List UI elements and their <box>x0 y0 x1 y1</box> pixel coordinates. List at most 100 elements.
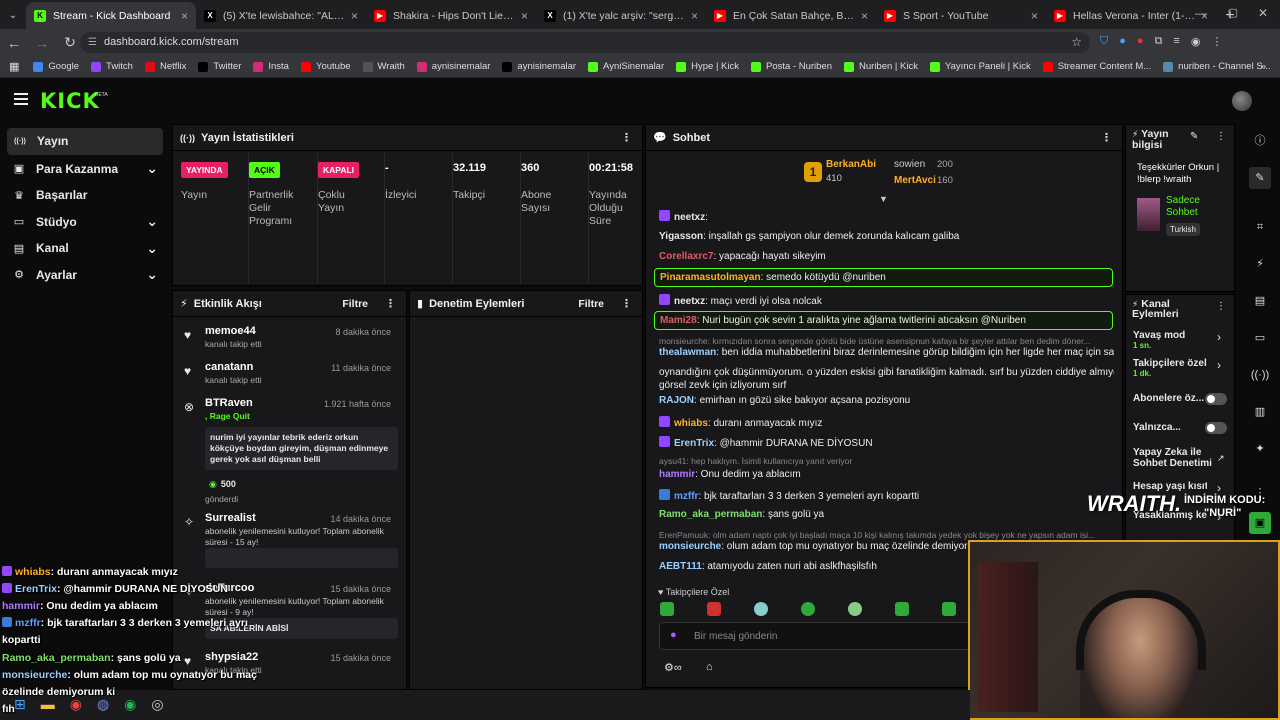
chat-message[interactable]: Mami28: Nuri bugün çok sevin 1 aralıkta … <box>654 311 1113 330</box>
edit-icon[interactable]: ✎ <box>1249 167 1271 189</box>
mic-icon[interactable]: ● <box>670 629 677 641</box>
chevron-down-icon[interactable]: ⌄ <box>146 160 158 177</box>
discord-icon[interactable]: ◍ <box>97 696 109 713</box>
toggle-switch[interactable] <box>1205 393 1227 405</box>
stream-info-menu-icon[interactable]: ⋮ <box>1216 131 1226 142</box>
browser-tab[interactable]: ▶ S Sport - YouTube × <box>876 2 1046 29</box>
chat-message[interactable]: thealawman: ben iddia muhabbetlerini bir… <box>659 347 1114 358</box>
browser-tab[interactable]: K Stream - Kick Dashboard × <box>26 2 196 29</box>
document-icon[interactable]: ▤ <box>1249 290 1271 312</box>
stats-menu-icon[interactable]: ⋮ <box>621 131 632 144</box>
event-username[interactable]: BTRaven <box>205 397 253 409</box>
bookmark-item[interactable]: aynisinemalar <box>502 61 576 72</box>
toggle-switch[interactable] <box>1205 422 1227 434</box>
chat-message[interactable]: Pinaramasutolmayan: semedo kötüydü @nuri… <box>654 268 1113 287</box>
profile-icon[interactable]: ◉ <box>1191 35 1201 48</box>
steam-icon[interactable]: ◎ <box>151 696 163 713</box>
wrench-icon[interactable]: ✦ <box>1249 438 1271 460</box>
bookmark-item[interactable]: nuriben - Channel S... <box>1163 61 1271 72</box>
chat-message[interactable]: ErenTrix: @hammir DURANA NE DİYOSUN <box>659 436 1114 449</box>
tab-close-icon[interactable]: × <box>521 9 528 23</box>
event-username[interactable]: Surrealist <box>205 512 256 524</box>
bookmark-item[interactable]: Youtube <box>300 61 351 72</box>
bookmark-item[interactable]: Twitter <box>198 61 241 72</box>
bookmark-item[interactable]: Wraith <box>362 61 405 72</box>
chat-message[interactable]: görsel zevk için izliyorum sırf <box>659 380 1114 391</box>
channel-actions-menu-icon[interactable]: ⋮ <box>1216 301 1226 312</box>
chat-username[interactable]: AEBT111 <box>659 561 702 572</box>
chat-message[interactable]: whiabs: duranı anmayacak mıyız <box>659 416 1114 429</box>
broadcast-icon[interactable]: ((·)) <box>1249 364 1271 386</box>
chat-username[interactable]: thealawman <box>659 347 716 358</box>
leader-3-name[interactable]: MertAvci <box>894 175 936 186</box>
chat-username[interactable]: Mami28 <box>660 315 697 326</box>
bookmark-item[interactable]: Google <box>33 61 79 72</box>
browser-tab[interactable]: X (1) X'te yalc arşiv: "sergen yalçı × <box>536 2 706 29</box>
chrome-icon[interactable]: ◉ <box>70 696 82 713</box>
media-control-icon[interactable]: ≡ <box>1173 35 1179 48</box>
chevron-down-icon[interactable]: ⌄ <box>146 266 158 283</box>
info-circle-icon[interactable]: ⓘ <box>1249 130 1271 152</box>
windows-start-icon[interactable]: ⊞ <box>14 696 26 713</box>
file-explorer-icon[interactable]: ▬ <box>41 696 55 713</box>
channel-action-3[interactable]: Yalnızca... <box>1133 422 1229 434</box>
lightning-icon[interactable]: ⚡ <box>1249 253 1271 275</box>
window-minimize-button[interactable]: — <box>1195 8 1206 20</box>
chat-username[interactable]: Pinaramasutolmayan <box>660 272 761 283</box>
bookmark-item[interactable]: Posta - Nuriben <box>751 61 832 72</box>
chat-username[interactable]: RAJON <box>659 395 694 406</box>
emote-icon[interactable] <box>801 602 815 616</box>
chat-username[interactable]: neetxz <box>674 296 705 307</box>
chat-username[interactable]: Corellaxrc7 <box>659 251 713 262</box>
bookmarks-overflow-icon[interactable]: » <box>1261 61 1266 72</box>
tab-close-icon[interactable]: × <box>691 9 698 23</box>
extension-red-icon[interactable]: ● <box>1137 35 1144 48</box>
chat-username[interactable]: Yigasson <box>659 231 703 242</box>
browser-tab[interactable]: X (5) X'te lewisbahce: "ALEMDE B... × <box>196 2 366 29</box>
leaderboard-expand-icon[interactable]: ▼ <box>879 194 888 204</box>
sidebar-item-para-kazanma[interactable]: ▣ Para Kazanma ⌄ <box>0 156 170 183</box>
extensions-puzzle-icon[interactable]: ⧉ <box>1155 35 1163 48</box>
event-username[interactable]: memoe44 <box>205 325 256 337</box>
chat-message[interactable]: hammir: Onu dedim ya ablacım <box>659 469 1114 480</box>
emote-icon[interactable] <box>848 602 862 616</box>
window-close-button[interactable]: ✕ <box>1258 6 1268 20</box>
extension-shield-icon[interactable]: ⛉ <box>1100 35 1108 48</box>
chat-username[interactable]: hammir <box>659 469 695 480</box>
chat-message[interactable]: neetxz: maçı verdi iyi olsa nolcak <box>659 294 1114 307</box>
storage-icon[interactable]: ▥ <box>1249 401 1271 423</box>
edit-info-icon[interactable]: ✎ <box>1190 131 1198 142</box>
emote-icon[interactable] <box>895 602 909 616</box>
sidebar-item-kanal[interactable]: ▤ Kanal ⌄ <box>0 235 170 262</box>
user-avatar[interactable] <box>1232 91 1252 111</box>
chevron-right-icon[interactable]: › <box>1217 481 1221 495</box>
spotify-icon[interactable]: ◉ <box>124 696 136 713</box>
leader-2-name[interactable]: sowien <box>894 159 925 170</box>
chevron-right-icon[interactable]: › <box>1217 330 1221 344</box>
hamburger-menu-icon[interactable] <box>14 93 28 105</box>
sidebar-item-stüdyo[interactable]: ▭ Stüdyo ⌄ <box>0 209 170 236</box>
bookmark-item[interactable]: Twitch <box>91 61 133 72</box>
crop-icon[interactable]: ⌗ <box>1249 216 1271 238</box>
kick-logo[interactable]: KICK <box>40 89 100 113</box>
sidebar-item-ayarlar[interactable]: ⚙ Ayarlar ⌄ <box>0 262 170 289</box>
chat-message[interactable]: RAJON: emirhan ın gözü sike bakıyor açsa… <box>659 395 1114 406</box>
extension-globe-icon[interactable]: ● <box>1119 35 1126 48</box>
chevron-down-icon[interactable]: ⌄ <box>146 240 158 257</box>
channel-action-1[interactable]: Takipçilere özel s1 dk. › <box>1133 358 1229 378</box>
emote-icon[interactable] <box>660 602 674 616</box>
chat-message[interactable]: oynandığını çok düşünmüyorum. o yüzden e… <box>659 367 1114 378</box>
chat-message[interactable]: aysu41: hep haklıym. İsimli kullanıcıya … <box>659 456 1114 466</box>
chat-username[interactable]: mzffr <box>674 491 698 502</box>
external-link-icon[interactable]: ↗ <box>1217 453 1225 464</box>
chat-username[interactable]: Ramo_aka_permaban <box>659 509 762 520</box>
sidebar-item-yayın[interactable]: ((·)) Yayın <box>7 128 163 155</box>
apps-grid-icon[interactable]: ▦ <box>9 60 19 73</box>
back-icon[interactable]: ← <box>0 35 28 51</box>
chat-username[interactable]: whiabs <box>674 418 708 429</box>
chat-message[interactable]: Ramo_aka_permaban: şans golü ya <box>659 509 1114 520</box>
url-bar[interactable]: ☰ dashboard.kick.com/stream ☆ <box>80 32 1090 53</box>
chat-message[interactable]: Yigasson: inşallah gs şampiyon olur deme… <box>659 231 1114 242</box>
emote-icon[interactable] <box>942 602 956 616</box>
bookmark-item[interactable]: Streamer Content M... <box>1042 61 1151 72</box>
